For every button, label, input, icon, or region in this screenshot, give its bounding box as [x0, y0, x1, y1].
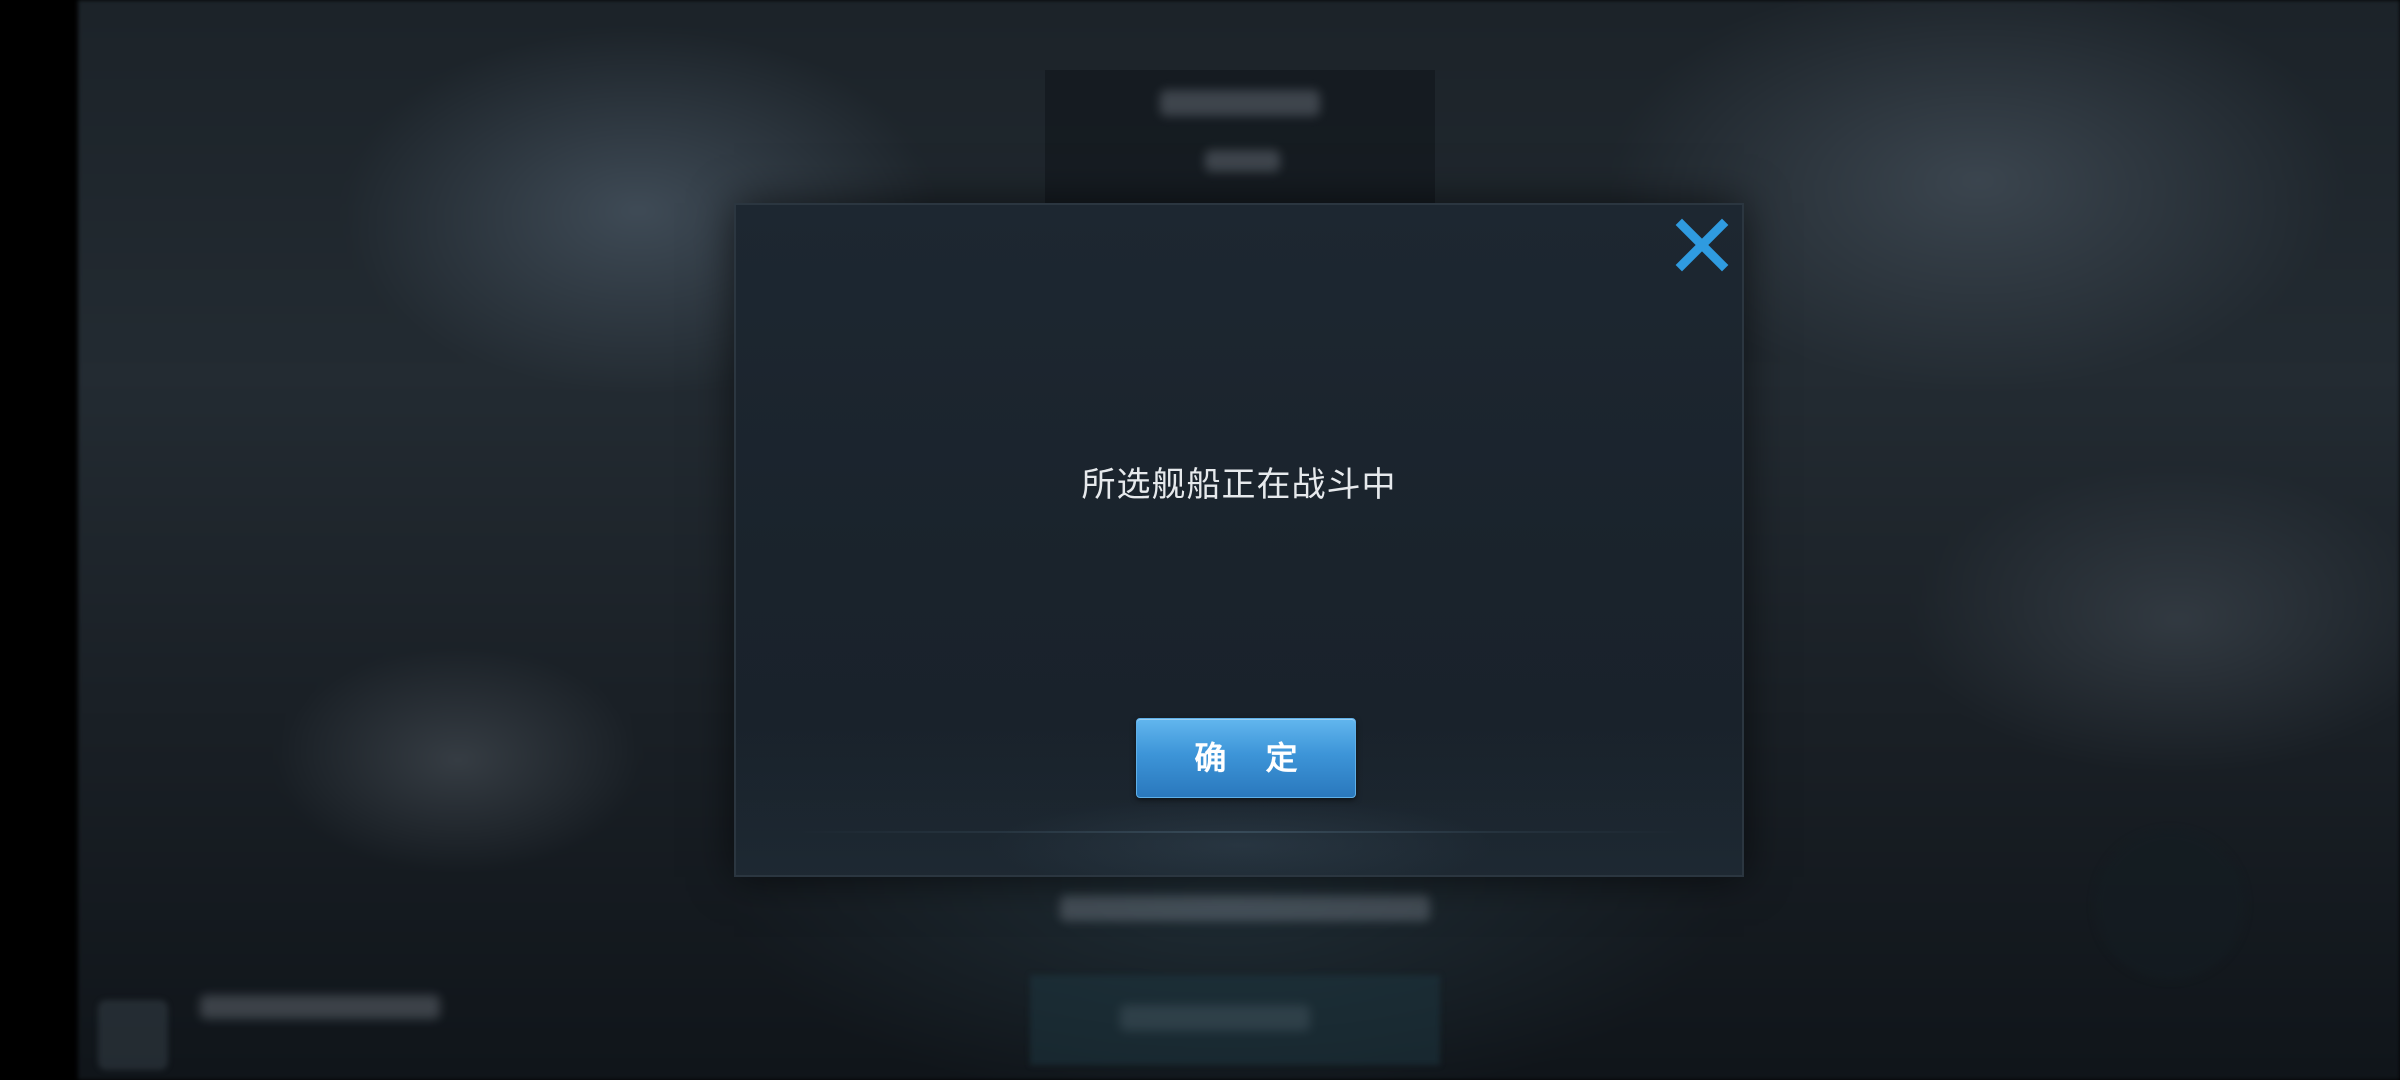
left-black-bar — [0, 0, 78, 1080]
close-button[interactable] — [1672, 215, 1732, 275]
background-blurred-text — [1205, 150, 1280, 172]
background-corner-icon — [98, 1000, 168, 1070]
background-blurred-text — [1160, 90, 1320, 116]
background-blurred-text — [1060, 895, 1430, 921]
background-bottom-button — [1030, 975, 1440, 1065]
dialog-message: 所选舰船正在战斗中 — [1081, 465, 1397, 505]
close-icon — [1675, 218, 1729, 272]
alert-dialog: 所选舰船正在战斗中 确 定 — [734, 203, 1744, 877]
confirm-button[interactable]: 确 定 — [1136, 718, 1356, 798]
background-round-icon — [2095, 830, 2245, 980]
background-blurred-text — [200, 995, 440, 1019]
dialog-divider-line — [796, 831, 1682, 833]
game-screen: 所选舰船正在战斗中 确 定 — [0, 0, 2400, 1080]
